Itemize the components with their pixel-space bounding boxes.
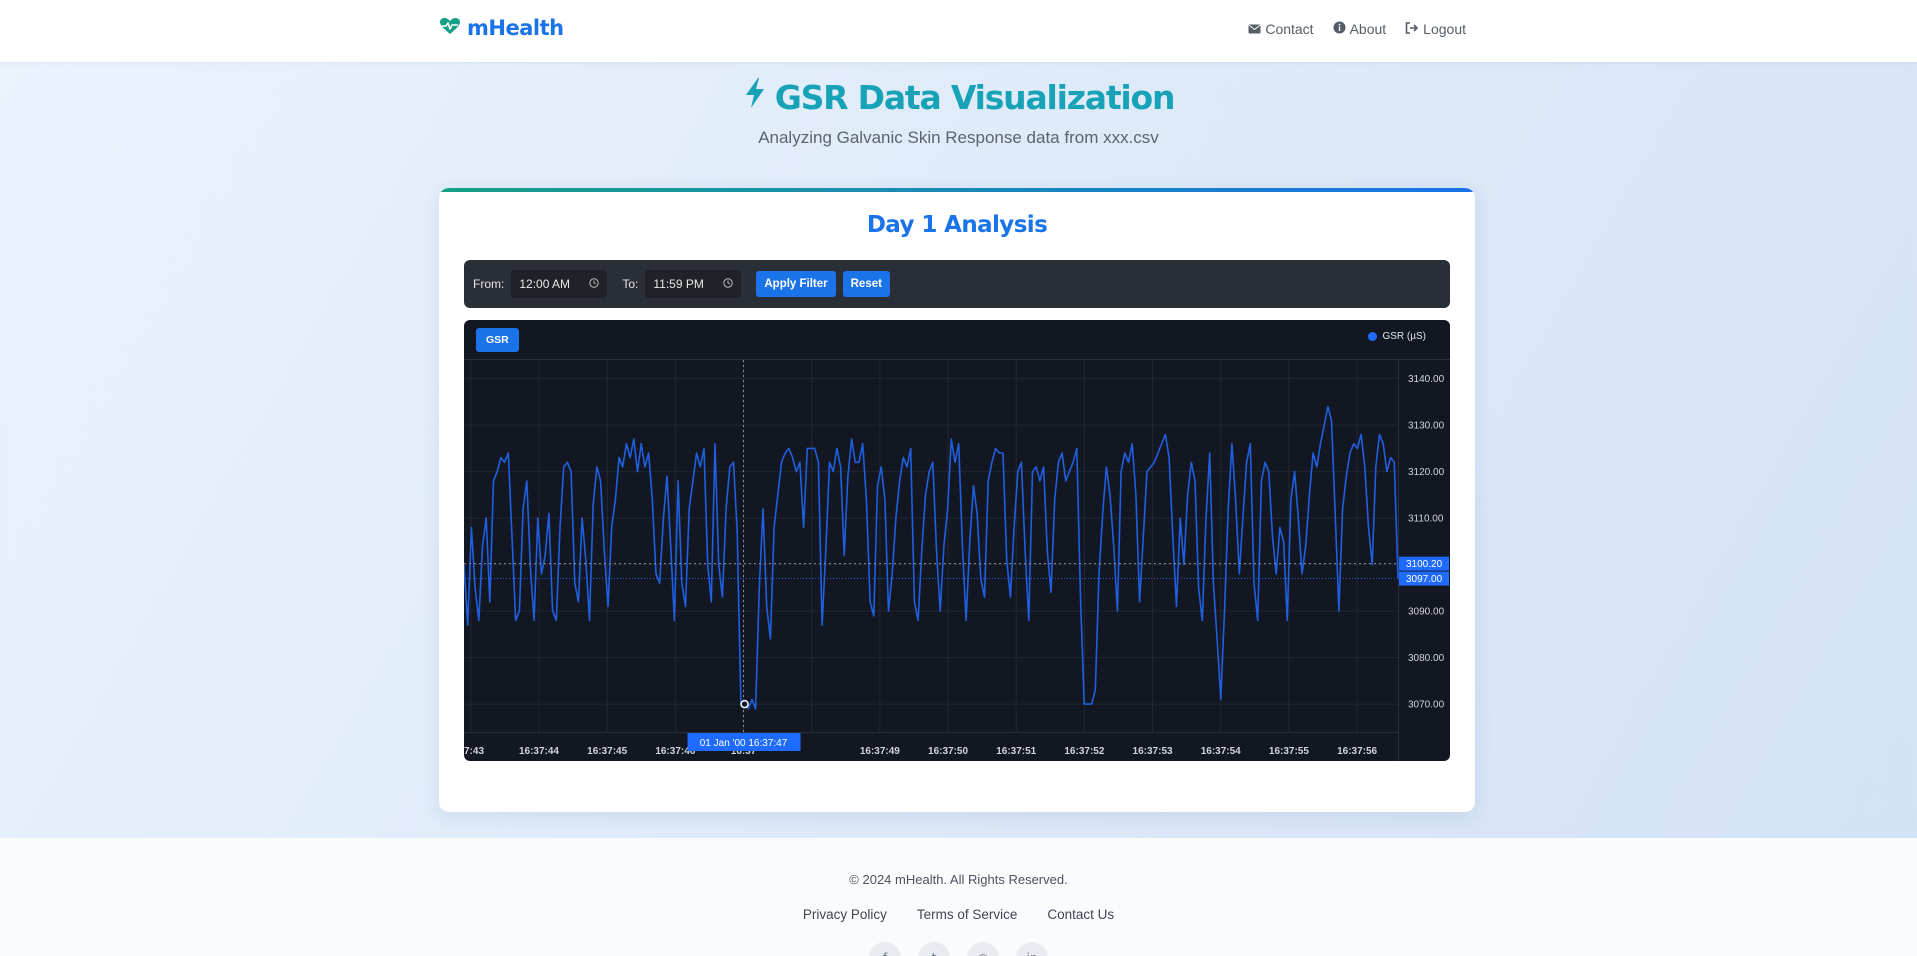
brand-logo[interactable]: mHealth <box>439 16 564 40</box>
legend-marker <box>1368 332 1378 341</box>
x-tick-label: 16:37:55 <box>1269 746 1309 757</box>
envelope-icon <box>1248 21 1261 37</box>
clock-icon <box>589 277 600 291</box>
to-label: To: <box>622 277 639 291</box>
from-time-value: 12:00 AM <box>519 277 571 291</box>
y-tick-label: 3140.00 <box>1408 374 1445 385</box>
brand-name: mHealth <box>467 16 564 40</box>
x-tick-label: 16:37:49 <box>860 746 900 757</box>
page-title-text: GSR Data Visualization <box>774 77 1176 117</box>
from-label: From: <box>473 277 505 291</box>
facebook-icon[interactable]: f <box>869 942 901 956</box>
last-value-label: 3097.00 <box>1406 574 1443 585</box>
y-tick-label: 3070.00 <box>1408 700 1445 711</box>
nav-about-label: About <box>1349 21 1387 37</box>
social-links: f t ◎ in <box>0 942 1917 956</box>
clock-icon <box>723 277 734 291</box>
apply-filter-button[interactable]: Apply Filter <box>756 271 836 297</box>
time-filter-bar: From: 12:00 AM To: 11:59 PM Apply Filter… <box>464 260 1450 308</box>
nav-contact-link[interactable]: Contact <box>1248 21 1314 37</box>
linkedin-icon[interactable]: in <box>1016 942 1048 956</box>
heartbeat-icon <box>439 16 461 40</box>
contact-us-link[interactable]: Contact Us <box>1047 907 1114 922</box>
nav-logout-label: Logout <box>1423 21 1466 37</box>
page-subtitle: Analyzing Galvanic Skin Response data fr… <box>758 128 1159 147</box>
y-tick-label: 3110.00 <box>1408 514 1444 525</box>
to-time-value: 11:59 PM <box>653 277 704 291</box>
gsr-chart-canvas[interactable]: 3140.003130.003120.003110.003100.003090.… <box>464 320 1450 761</box>
twitter-icon[interactable]: t <box>918 942 950 956</box>
legend-label: GSR (µS) <box>1382 331 1426 342</box>
gsr-series-line <box>464 405 1399 710</box>
x-tick-label: 16:37:56 <box>1337 746 1377 757</box>
series-gsr-button[interactable]: GSR <box>476 328 519 352</box>
page-title: GSR Data Visualization <box>0 77 1917 117</box>
x-tick-label: 16:37:45 <box>587 746 627 757</box>
x-tick-label: 16:37:51 <box>996 746 1036 757</box>
info-circle-icon <box>1333 21 1346 37</box>
from-time-input[interactable]: 12:00 AM <box>511 270 608 298</box>
card-accent-bar <box>439 188 1475 192</box>
x-tick-label: 16:37:53 <box>1133 746 1173 757</box>
card-title: Day 1 Analysis <box>866 212 1048 238</box>
crosshair-time-label: 01 Jan '00 16:37:47 <box>700 738 788 749</box>
x-tick-label: 16:37:44 <box>519 746 559 757</box>
y-tick-label: 3080.00 <box>1408 653 1445 664</box>
copyright-text: © 2024 mHealth. All Rights Reserved. <box>849 872 1068 887</box>
y-tick-label: 3130.00 <box>1408 421 1445 432</box>
crosshair-price-label: 3100.20 <box>1406 559 1443 570</box>
x-tick-label: 16:37:54 <box>1201 746 1241 757</box>
top-navbar: mHealth Contact About Logout <box>0 0 1917 62</box>
x-tick-label: 16:37:52 <box>1064 746 1104 757</box>
sign-out-icon <box>1405 21 1419 37</box>
reset-button[interactable]: Reset <box>842 271 890 297</box>
hover-point-marker <box>740 699 749 709</box>
footer: © 2024 mHealth. All Rights Reserved. Pri… <box>0 838 1917 956</box>
privacy-policy-link[interactable]: Privacy Policy <box>803 907 887 922</box>
x-tick-label: 7:43 <box>464 746 484 757</box>
nav-contact-label: Contact <box>1265 21 1314 37</box>
x-tick-label: 16:37:50 <box>928 746 968 757</box>
gsr-chart[interactable]: 3140.003130.003120.003110.003100.003090.… <box>464 320 1450 761</box>
nav-logout-link[interactable]: Logout <box>1405 21 1466 37</box>
footer-links: Privacy Policy Terms of Service Contact … <box>0 907 1917 922</box>
nav-links: Contact About Logout <box>1248 21 1466 37</box>
nav-about-link[interactable]: About <box>1333 21 1387 37</box>
analysis-card: Day 1 Analysis From: 12:00 AM To: 11:59 … <box>439 188 1475 812</box>
chart-legend: GSR (µS) <box>1368 331 1426 342</box>
terms-of-service-link[interactable]: Terms of Service <box>917 907 1018 922</box>
instagram-icon[interactable]: ◎ <box>967 942 999 956</box>
y-tick-label: 3090.00 <box>1408 607 1445 618</box>
to-time-input[interactable]: 11:59 PM <box>645 270 742 298</box>
y-tick-label: 3120.00 <box>1408 467 1445 478</box>
bolt-icon <box>743 77 767 117</box>
